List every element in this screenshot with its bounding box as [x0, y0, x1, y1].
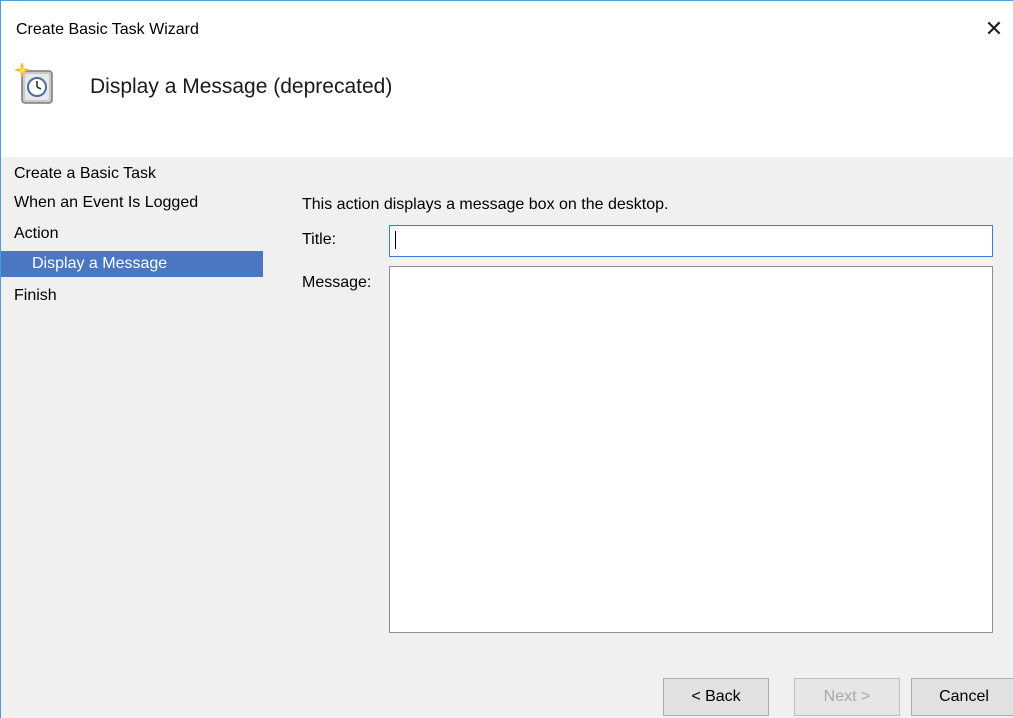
back-button[interactable]: < Back	[663, 678, 769, 716]
window-title: Create Basic Task Wizard	[16, 21, 199, 38]
nav-item-action[interactable]: Action	[1, 220, 271, 251]
nav-item-display-message[interactable]: Display a Message	[1, 251, 263, 277]
nav-item-create-basic-task[interactable]: Create a Basic Task	[1, 161, 271, 189]
message-textarea[interactable]	[389, 266, 993, 633]
next-button[interactable]: Next >	[794, 678, 900, 716]
title-input[interactable]	[389, 225, 993, 257]
page-heading: Display a Message (deprecated)	[90, 75, 393, 98]
nav-item-when-event-logged[interactable]: When an Event Is Logged	[1, 189, 271, 220]
wizard-window: Create Basic Task Wizard ✕ Display a Mes…	[0, 0, 1013, 718]
close-icon: ✕	[984, 16, 1004, 41]
task-scheduler-clock-icon	[14, 62, 53, 104]
nav-item-finish[interactable]: Finish	[1, 282, 271, 313]
wizard-steps-nav: Create a Basic Task When an Event Is Log…	[1, 161, 271, 313]
text-caret	[395, 231, 396, 249]
close-button[interactable]: ✕	[974, 9, 1013, 49]
action-description: This action displays a message box on th…	[302, 196, 669, 213]
wizard-header: Create Basic Task Wizard ✕ Display a Mes…	[1, 1, 1013, 157]
title-label: Title:	[302, 231, 337, 248]
cancel-button[interactable]: Cancel	[911, 678, 1013, 716]
message-label: Message:	[302, 274, 372, 291]
